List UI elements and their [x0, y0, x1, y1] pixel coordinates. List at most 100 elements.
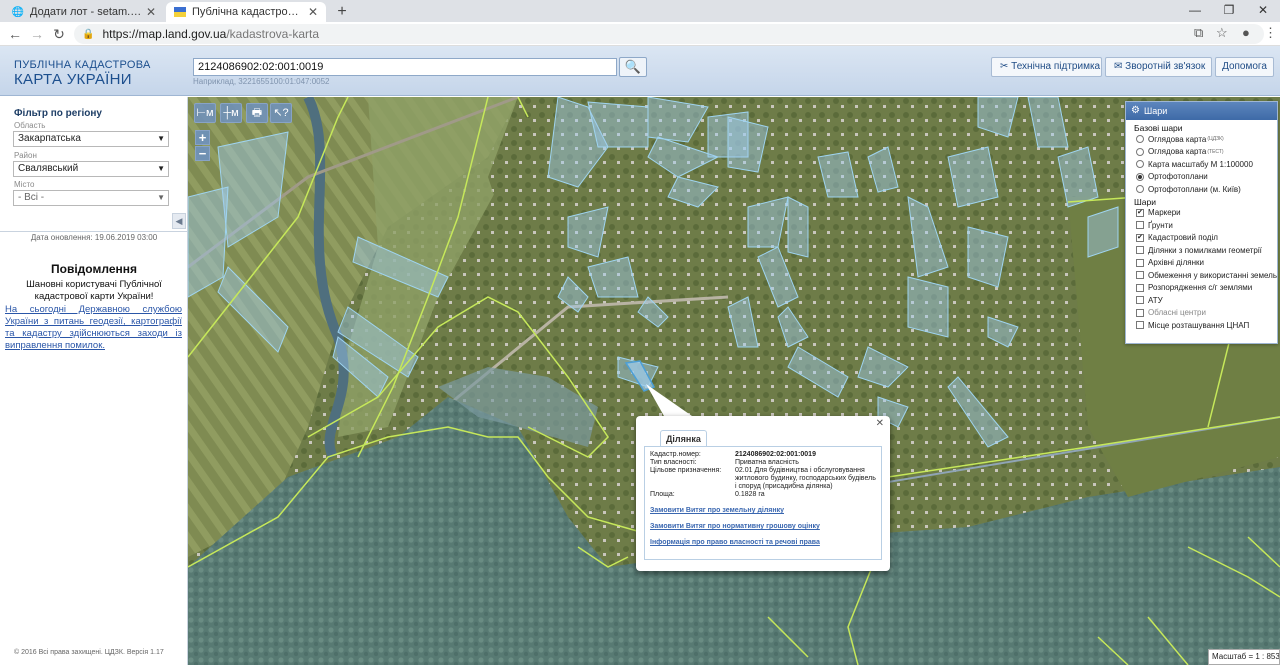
ownership-label: Тип власності: — [650, 459, 697, 466]
translate-icon[interactable]: ⧉ — [1194, 25, 1203, 41]
radio-button[interactable] — [1136, 147, 1144, 156]
dropdown-arrow-icon: ▼ — [157, 134, 165, 143]
browser-tab-kadastr[interactable]: Публічна кадастрова карта Укра ✕ — [166, 2, 326, 22]
zoom-in-button[interactable]: + — [195, 130, 210, 145]
profile-icon[interactable]: ● — [1242, 25, 1250, 40]
search-button[interactable]: 🔍 — [619, 57, 647, 77]
overlay-layer-label: Розпорядження с/г землями — [1148, 283, 1253, 293]
tools-icon: ✂ — [1000, 61, 1012, 72]
divider — [0, 231, 188, 232]
base-layer-option[interactable]: Карта масштабу М 1:100000 — [1136, 158, 1277, 171]
misto-label: Місто — [14, 180, 35, 189]
cadastral-search-input[interactable]: 2124086902:02:001:0019 — [193, 58, 617, 76]
base-layer-sup: (ТЕСТ) — [1207, 148, 1224, 155]
logo-line2: КАРТА УКРАЇНИ — [14, 71, 132, 88]
print-button[interactable]: 🖶 — [246, 103, 268, 123]
overlay-layer-option[interactable]: Ділянки з помилками геометрії — [1136, 244, 1277, 257]
radio-button[interactable] — [1136, 135, 1144, 144]
identify-button[interactable]: ↖? — [270, 103, 292, 123]
base-layer-sup: (ЦДЗК) — [1207, 136, 1224, 143]
browser-tab-setam[interactable]: 🌐 Додати лот - setam.net.ua ✕ — [4, 2, 164, 22]
overlay-layer-option[interactable]: Ґрунти — [1136, 219, 1277, 232]
search-icon: 🔍 — [624, 59, 642, 74]
forward-icon[interactable]: → — [28, 25, 46, 43]
oblast-label: Область — [14, 121, 46, 130]
oblast-select[interactable]: Закарпатська ▼ — [13, 131, 169, 147]
tab-title: Публічна кадастрова карта Укра — [192, 6, 304, 18]
close-popup-button[interactable]: ✕ — [876, 418, 884, 429]
overlay-layer-option[interactable]: Архівні ділянки — [1136, 257, 1277, 270]
measure-area-button[interactable]: ┼м — [220, 103, 242, 123]
base-layer-option[interactable]: Ортофотоплани — [1136, 171, 1277, 184]
mail-icon: ✉ — [1114, 61, 1126, 72]
cadastral-number-label: Кадастр.номер: — [650, 451, 701, 458]
bookmark-star-icon[interactable]: ☆ — [1216, 25, 1228, 41]
overlay-layer-label: Обмеження у використанні земель — [1148, 270, 1277, 280]
tab-parcel[interactable]: Ділянка — [660, 430, 707, 446]
help-button[interactable]: Допомога — [1215, 57, 1274, 77]
ownership-info-link[interactable]: Інформація про право власності та речові… — [650, 539, 820, 546]
base-layers-title: Базові шари — [1134, 123, 1183, 133]
scale-indicator: Масштаб = 1 : 8531 — [1208, 649, 1280, 665]
overlay-layer-option[interactable]: ✔ Кадастровий поділ — [1136, 232, 1277, 245]
radio-button[interactable] — [1136, 160, 1144, 169]
browser-nav-bar: ← → ↻ 🔒 https://map.land.gov.ua/kadastro… — [0, 22, 1280, 46]
search-hint: Наприклад, 3221655100:01:047:0052 — [193, 77, 330, 86]
maximize-button[interactable]: ❐ — [1212, 0, 1246, 22]
misto-select[interactable]: - Всі - ▼ — [13, 190, 169, 206]
rayon-label: Район — [14, 151, 37, 160]
support-button[interactable]: ✂ Технічна підтримка — [991, 57, 1102, 77]
overlay-layer-option[interactable]: Місце розташування ЦНАП — [1136, 319, 1277, 332]
new-tab-button[interactable]: + — [334, 3, 350, 21]
message-link[interactable]: На сьогодні Державною службою України з … — [5, 304, 182, 352]
globe-icon: 🌐 — [11, 6, 25, 18]
gear-icon: ⚙ — [1131, 105, 1140, 116]
close-tab-icon[interactable]: ✕ — [146, 5, 156, 19]
checkbox[interactable]: ✔ — [1136, 208, 1144, 217]
base-layer-option[interactable]: Оглядова карта (ЦДЗК) — [1136, 133, 1277, 146]
checkbox[interactable] — [1136, 296, 1144, 305]
checkbox[interactable]: ✔ — [1136, 233, 1144, 242]
overlay-layer-option[interactable]: Обмеження у використанні земель — [1136, 269, 1277, 282]
rayon-select[interactable]: Свалявський ▼ — [13, 161, 169, 177]
reload-icon[interactable]: ↻ — [50, 25, 68, 43]
back-icon[interactable]: ← — [6, 25, 24, 43]
measure-distance-button[interactable]: ⊢м — [194, 103, 216, 123]
checkbox[interactable] — [1136, 271, 1144, 280]
area-value: 0.1828 га — [735, 491, 765, 498]
overlay-layer-option[interactable]: АТУ — [1136, 294, 1277, 307]
overlay-layer-label: Кадастровий поділ — [1148, 233, 1218, 243]
overlay-layer-option[interactable]: ✔ Маркери — [1136, 207, 1277, 220]
base-layer-option[interactable]: Оглядова карта (ТЕСТ) — [1136, 146, 1277, 159]
overlay-layer-label: Архівні ділянки — [1148, 258, 1204, 268]
overlay-layer-option[interactable]: Обласні центри — [1136, 307, 1277, 320]
close-tab-icon[interactable]: ✕ — [308, 5, 318, 19]
order-extract-link[interactable]: Замовити Витяг про земельну ділянку — [650, 507, 784, 514]
map-canvas[interactable]: ⊢м ┼м 🖶 ↖? + − ⚙ Шари Базові шари Оглядов… — [188, 97, 1280, 665]
radio-button[interactable] — [1136, 172, 1144, 181]
base-layer-option[interactable]: Ортофотоплани (м. Київ) — [1136, 183, 1277, 196]
feedback-button[interactable]: ✉ Зворотній зв'язок — [1105, 57, 1212, 77]
checkbox[interactable] — [1136, 258, 1144, 267]
close-window-button[interactable]: ✕ — [1246, 0, 1280, 22]
update-date: Дата оновлення: 19.06.2019 03:00 — [30, 233, 158, 242]
order-valuation-link[interactable]: Замовити Витяг про нормативну грошову оц… — [650, 523, 820, 530]
checkbox[interactable] — [1136, 221, 1144, 230]
layers-header[interactable]: ⚙ Шари — [1126, 102, 1277, 120]
cadastral-number-value: 2124086902:02:001:0019 — [735, 451, 816, 458]
parcel-info-box: Кадастр.номер: 2124086902:02:001:0019 Ти… — [644, 446, 882, 560]
overlay-layers-title: Шари — [1134, 196, 1156, 207]
checkbox[interactable] — [1136, 246, 1144, 255]
minimize-button[interactable]: — — [1178, 0, 1212, 22]
checkbox[interactable] — [1136, 308, 1144, 317]
radio-button[interactable] — [1136, 185, 1144, 194]
zoom-out-button[interactable]: − — [195, 146, 210, 161]
copyright: © 2016 Всі права захищені. ЦДЗК. Версія … — [14, 649, 164, 656]
checkbox[interactable] — [1136, 283, 1144, 292]
base-layer-label: Оглядова карта — [1148, 134, 1207, 144]
collapse-sidebar-button[interactable]: ◀ — [172, 213, 186, 229]
overlay-layer-option[interactable]: Розпорядження с/г землями — [1136, 282, 1277, 295]
checkbox[interactable] — [1136, 321, 1144, 330]
menu-icon[interactable]: ⋮ — [1264, 25, 1277, 41]
address-bar[interactable]: 🔒 https://map.land.gov.ua/kadastrova-kar… — [74, 24, 1264, 44]
